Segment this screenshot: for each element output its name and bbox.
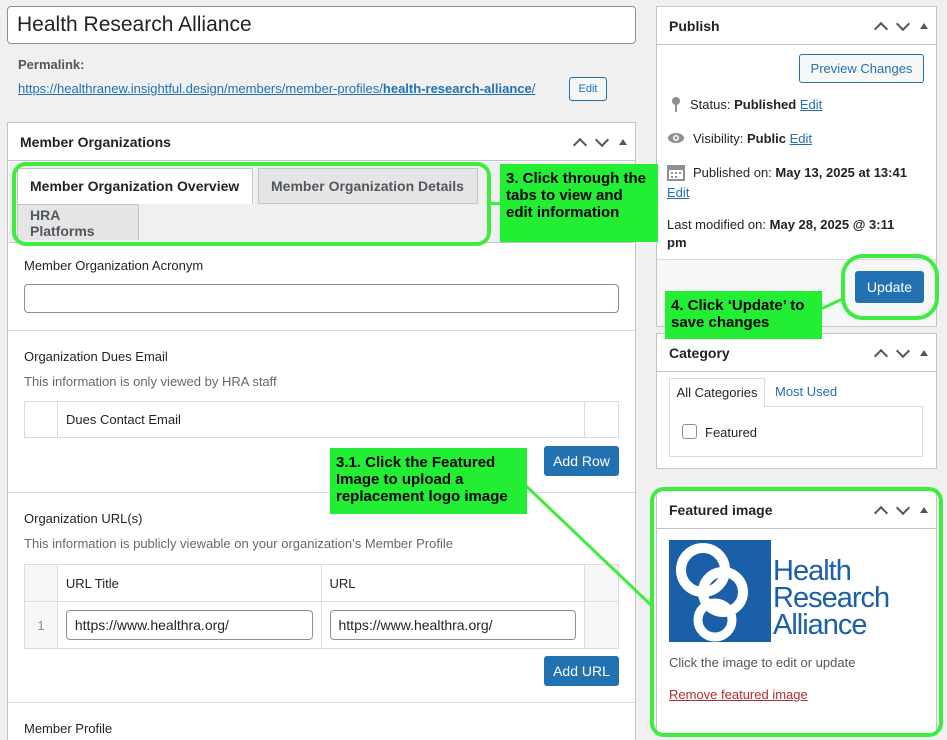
category-title: Category: [669, 344, 730, 361]
featured-image-annotation: 3.1. Click the Featured Image to upload …: [330, 448, 527, 514]
move-down-icon[interactable]: [895, 343, 911, 358]
visibility-value: Public: [746, 131, 786, 146]
collapse-toggle-icon[interactable]: [920, 350, 928, 356]
publish-title: Publish: [669, 17, 720, 34]
published-edit-link[interactable]: Edit: [667, 185, 689, 200]
collapse-toggle-icon[interactable]: [619, 139, 627, 145]
visibility-label: Visibility:: [693, 131, 744, 146]
publish-header: Publish: [657, 7, 936, 45]
tab-all-categories[interactable]: All Categories: [669, 378, 765, 407]
dues-contact-email-header: Dues Contact Email: [57, 401, 585, 438]
calendar-icon: [667, 165, 685, 181]
url-title-input[interactable]: https://www.healthra.org/: [65, 610, 313, 640]
visibility-row: Visibility: Public Edit: [667, 129, 812, 149]
url-input[interactable]: https://www.healthra.org/: [329, 610, 577, 640]
move-up-icon[interactable]: [572, 137, 588, 152]
published-label: Published on:: [693, 165, 772, 180]
featured-image-highlight: [650, 487, 943, 737]
permalink-base: https://healthranew.insightful.design/me…: [18, 81, 383, 96]
move-down-icon[interactable]: [594, 132, 610, 147]
status-row: Status: Published Edit: [670, 95, 822, 115]
visibility-edit-link[interactable]: Edit: [790, 131, 812, 146]
row-actions-header: [584, 401, 619, 438]
move-up-icon[interactable]: [873, 348, 889, 363]
update-annotation: 4. Click ‘Update’ to save changes: [665, 291, 822, 339]
permalink-link[interactable]: https://healthranew.insightful.design/me…: [18, 81, 535, 96]
modified-label: Last modified on:: [667, 217, 767, 232]
divider: [8, 702, 635, 703]
collapse-toggle-icon[interactable]: [920, 23, 928, 29]
preview-changes-button[interactable]: Preview Changes: [799, 54, 924, 83]
tab-most-used[interactable]: Most Used: [775, 384, 837, 399]
divider: [8, 330, 635, 331]
add-url-button[interactable]: Add URL: [544, 656, 619, 686]
move-down-icon[interactable]: [895, 16, 911, 31]
permalink-slug: health-research-alliance: [382, 81, 532, 96]
status-value: Published: [734, 97, 797, 112]
acronym-input[interactable]: [24, 284, 619, 313]
eye-icon: [668, 133, 684, 143]
featured-image-connector: [520, 480, 654, 608]
url-title-cell: https://www.healthra.org/: [56, 601, 322, 649]
member-organizations-header: Member Organizations: [8, 123, 635, 161]
move-up-icon[interactable]: [873, 21, 889, 36]
featured-category-label: Featured: [705, 425, 758, 440]
status-edit-link[interactable]: Edit: [800, 97, 822, 112]
acronym-label: Member Organization Acronym: [24, 258, 204, 273]
member-profile-label: Member Profile: [24, 721, 113, 736]
permalink-edit-button[interactable]: Edit: [569, 77, 607, 101]
row-order-header: [24, 401, 58, 438]
add-row-button[interactable]: Add Row: [544, 446, 619, 476]
member-organizations-title: Member Organizations: [20, 133, 171, 150]
dues-email-label: Organization Dues Email: [24, 349, 168, 364]
dues-email-table: Dues Contact Email: [24, 401, 619, 438]
pin-icon: [672, 97, 680, 112]
post-title-input[interactable]: Health Research Alliance: [7, 6, 636, 44]
row-order-header: [24, 564, 58, 602]
url-title-header: URL Title: [56, 564, 322, 602]
permalink-trailing: /: [531, 81, 536, 96]
permalink-label: Permalink:: [18, 57, 85, 72]
featured-checkbox[interactable]: [682, 424, 697, 439]
update-highlight: [841, 254, 939, 320]
dues-email-description: This information is only viewed by HRA s…: [24, 374, 277, 389]
status-label: Status:: [690, 97, 731, 112]
published-value: May 13, 2025 at 13:41: [775, 165, 907, 180]
org-urls-label: Organization URL(s): [24, 511, 143, 526]
org-urls-description: This information is publicly viewable on…: [24, 536, 453, 551]
published-on-row: Published on: May 13, 2025 at 13:41: [667, 163, 907, 183]
row-number[interactable]: 1: [24, 601, 58, 649]
tabs-annotation: 3. Click through the tabs to view and ed…: [500, 164, 658, 242]
modified-value: May 28, 2025 @ 3:11: [769, 217, 895, 232]
tabs-highlight: [12, 162, 491, 246]
category-header: Category: [657, 334, 936, 372]
modified-value-pm: pm: [667, 235, 687, 250]
modified-row: Last modified on: May 28, 2025 @ 3:11: [667, 215, 894, 235]
